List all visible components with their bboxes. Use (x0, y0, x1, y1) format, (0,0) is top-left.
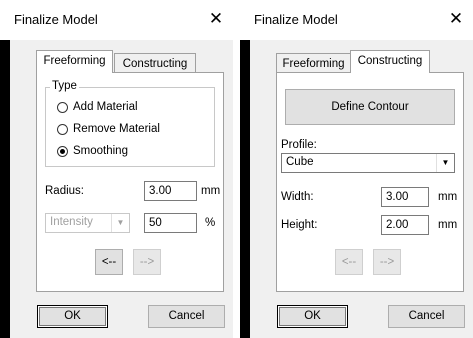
profile-select-value: Cube (286, 156, 314, 168)
radio-button-selected[interactable] (57, 146, 68, 157)
cancel-button[interactable]: Cancel (388, 305, 465, 328)
radius-input[interactable]: 3.00 (144, 181, 197, 201)
finalize-model-dialog-freeforming: Finalize Model ✕ Freeforming Constructin… (0, 0, 233, 338)
height-input[interactable]: 2.00 (381, 215, 429, 235)
define-contour-button[interactable]: Define Contour (285, 89, 455, 125)
dialog-title: Finalize Model (14, 12, 98, 27)
intensity-input[interactable]: 50 (144, 213, 197, 233)
intensity-unit: % (205, 217, 216, 229)
ok-button[interactable]: OK (37, 305, 108, 328)
radio-button[interactable] (57, 124, 68, 135)
title-bar: Finalize Model ✕ (240, 0, 473, 40)
finalize-model-dialog-constructing: Finalize Model ✕ Freeforming Constructin… (240, 0, 473, 338)
radius-unit: mm (201, 185, 221, 197)
window-edge (0, 40, 10, 338)
radio-selected-dot (60, 149, 65, 154)
width-label: Width: (281, 191, 314, 203)
width-unit: mm (438, 191, 458, 203)
intensity-select-value: Intensity (50, 216, 93, 228)
radio-button[interactable] (57, 102, 68, 113)
radio-label: Remove Material (73, 123, 160, 135)
window-edge (240, 40, 250, 338)
tab-constructing[interactable]: Constructing (114, 53, 196, 73)
freeforming-tab-panel: Type Add Material Remove Material Smooth… (36, 72, 224, 292)
tab-freeforming[interactable]: Freeforming (276, 53, 351, 73)
forward-button: --> (373, 249, 401, 275)
chevron-down-icon[interactable]: ▼ (436, 154, 454, 172)
height-label: Height: (281, 219, 318, 231)
radius-label: Radius: (45, 185, 84, 197)
dialog-title: Finalize Model (254, 12, 338, 27)
back-button[interactable]: <-- (95, 249, 123, 275)
intensity-select: Intensity ▼ (45, 213, 130, 233)
chevron-down-icon: ▼ (111, 214, 129, 232)
title-bar: Finalize Model ✕ (0, 0, 233, 40)
height-unit: mm (438, 219, 458, 231)
width-input[interactable]: 3.00 (381, 187, 429, 207)
radio-label: Smoothing (73, 145, 128, 157)
back-button: <-- (335, 249, 363, 275)
tab-freeforming[interactable]: Freeforming (36, 50, 113, 73)
close-icon[interactable]: ✕ (443, 6, 469, 32)
tab-constructing[interactable]: Constructing (350, 50, 430, 73)
profile-select[interactable]: Cube ▼ (281, 153, 455, 173)
close-icon[interactable]: ✕ (203, 6, 229, 32)
type-group-label: Type (50, 80, 79, 92)
forward-button: --> (133, 249, 161, 275)
ok-button[interactable]: OK (277, 305, 348, 328)
profile-label: Profile: (281, 139, 317, 151)
cancel-button[interactable]: Cancel (148, 305, 225, 328)
constructing-tab-panel: Define Contour Profile: Cube ▼ Width: 3.… (276, 72, 464, 292)
radio-label: Add Material (73, 101, 138, 113)
